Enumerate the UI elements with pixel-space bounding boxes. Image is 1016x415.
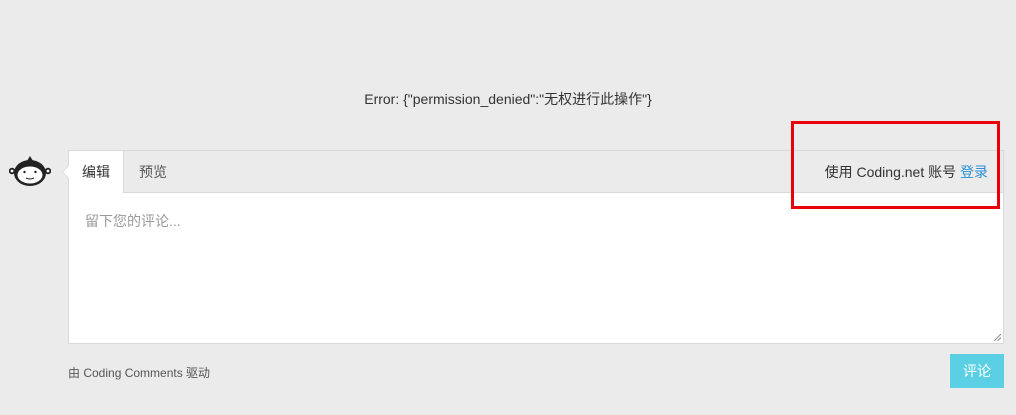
- page: Error: {"permission_denied":"无权进行此操作"} 编…: [0, 0, 1016, 415]
- error-message: Error: {"permission_denied":"无权进行此操作"}: [364, 91, 652, 107]
- login-link[interactable]: 登录: [960, 164, 988, 180]
- login-prompt-text: 使用 Coding.net 账号: [824, 164, 957, 180]
- comment-input[interactable]: [69, 193, 1003, 343]
- resize-handle-icon[interactable]: [993, 333, 1001, 341]
- monkey-avatar-icon: [9, 156, 51, 186]
- tab-edit[interactable]: 编辑: [69, 151, 124, 193]
- editor-tabbar: 编辑 预览 使用 Coding.net 账号 登录: [69, 151, 1003, 193]
- submit-comment-button[interactable]: 评论: [950, 354, 1004, 388]
- tab-preview[interactable]: 预览: [126, 151, 180, 193]
- powered-by-text: 由 Coding Comments 驱动: [68, 366, 211, 380]
- login-prompt: 使用 Coding.net 账号 登录: [825, 151, 988, 193]
- comment-editor: 编辑 预览 使用 Coding.net 账号 登录: [62, 150, 1004, 344]
